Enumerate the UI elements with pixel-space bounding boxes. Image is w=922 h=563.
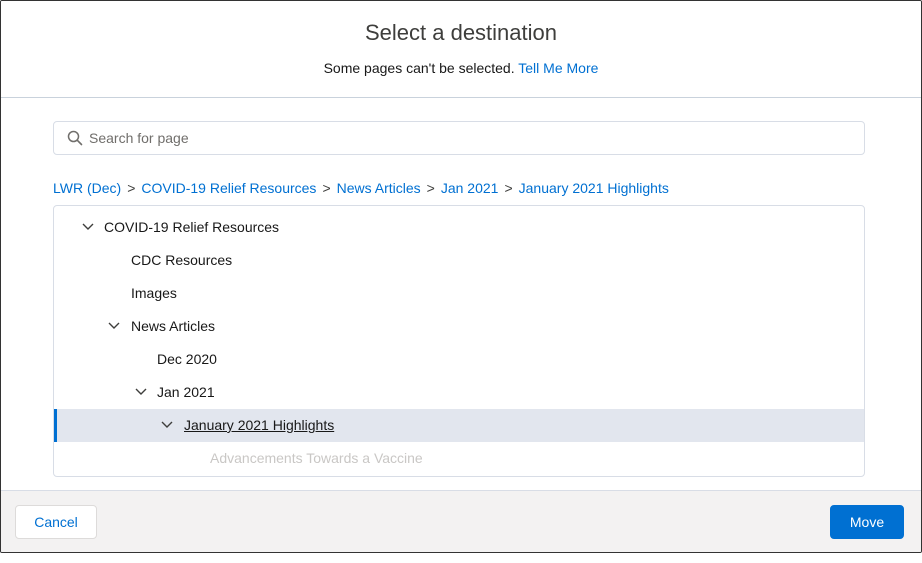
- tree-item-cdc-resources[interactable]: CDC Resources: [54, 244, 864, 277]
- search-box[interactable]: [53, 121, 865, 155]
- modal-subtitle: Some pages can't be selected. Tell Me Mo…: [1, 60, 921, 76]
- select-destination-modal: Select a destination Some pages can't be…: [0, 0, 922, 553]
- chevron-down-icon[interactable]: [82, 223, 94, 231]
- breadcrumb-item-january-2021-highlights[interactable]: January 2021 Highlights: [519, 180, 669, 196]
- breadcrumb-separator: >: [504, 180, 513, 196]
- tree-item-images[interactable]: Images: [54, 277, 864, 310]
- tree-item-advancements-towards-a-vaccine: Advancements Towards a Vaccine: [54, 442, 864, 475]
- breadcrumb: LWR (Dec) > COVID-19 Relief Resources > News…: [53, 180, 669, 196]
- search-input[interactable]: [89, 122, 849, 154]
- chevron-down-icon[interactable]: [161, 421, 173, 429]
- tree-item-label: CDC Resources: [131, 252, 233, 268]
- breadcrumb-item-news-articles[interactable]: News Articles: [337, 180, 421, 196]
- tree-item-label: News Articles: [131, 318, 216, 334]
- tree-item-label: COVID-19 Relief Resources: [104, 219, 280, 235]
- breadcrumb-separator: >: [322, 180, 331, 196]
- move-button[interactable]: Move: [830, 505, 904, 539]
- breadcrumb-separator: >: [127, 180, 136, 196]
- tree-item-label: Jan 2021: [157, 384, 215, 400]
- cancel-button[interactable]: Cancel: [15, 505, 97, 539]
- chevron-down-icon[interactable]: [135, 388, 147, 396]
- tree-item-dec-2020[interactable]: Dec 2020: [54, 343, 864, 376]
- breadcrumb-item-covid-19-relief-resources[interactable]: COVID-19 Relief Resources: [141, 180, 316, 196]
- subtitle-text: Some pages can't be selected.: [323, 60, 515, 76]
- tree-item-january-2021-highlights[interactable]: January 2021 Highlights: [54, 409, 864, 442]
- modal-body: LWR (Dec) > COVID-19 Relief Resources > News…: [1, 98, 921, 490]
- modal-footer: Cancel Move: [1, 490, 921, 552]
- modal-title: Select a destination: [364, 20, 558, 45]
- tree-item-label: Advancements Towards a Vaccine: [210, 450, 423, 466]
- breadcrumb-item-jan-2021[interactable]: Jan 2021: [441, 180, 499, 196]
- tell-me-more-link[interactable]: Tell Me More: [518, 60, 598, 76]
- modal-header: Select a destination Some pages can't be…: [1, 1, 921, 98]
- page-tree: COVID-19 Relief Resources CDC Resources …: [53, 205, 865, 477]
- tree-item-covid-19-relief-resources[interactable]: COVID-19 Relief Resources: [54, 211, 864, 244]
- tree-item-label: Dec 2020: [157, 351, 217, 367]
- tree-item-label: January 2021 Highlights: [184, 417, 335, 433]
- search-icon: [67, 130, 83, 146]
- chevron-down-icon[interactable]: [108, 322, 120, 330]
- tree-item-news-articles[interactable]: News Articles: [54, 310, 864, 343]
- breadcrumb-separator: >: [426, 180, 435, 196]
- tree-item-jan-2021[interactable]: Jan 2021: [54, 376, 864, 409]
- breadcrumb-item-lwr-dec[interactable]: LWR (Dec): [53, 180, 121, 196]
- tree-item-label: Images: [131, 285, 177, 301]
